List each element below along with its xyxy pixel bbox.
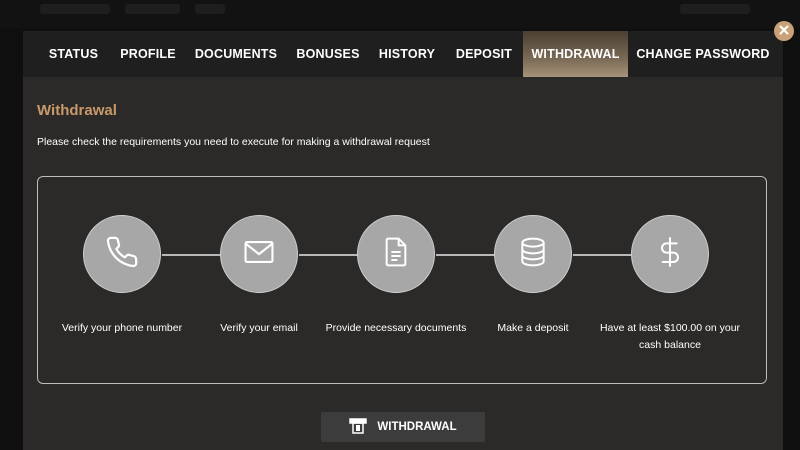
step-connector xyxy=(436,254,495,256)
withdrawal-button-label: WITHDRAWAL xyxy=(377,421,457,433)
tab-documents[interactable]: DOCUMENTS xyxy=(187,31,285,77)
close-icon xyxy=(779,22,789,40)
atm-icon xyxy=(349,417,368,437)
step-label-email: Verify your email xyxy=(220,322,298,334)
step-balance xyxy=(631,215,709,293)
section-title: Withdrawal xyxy=(37,102,117,119)
phone-icon xyxy=(105,235,139,274)
tab-history[interactable]: HISTORY xyxy=(370,31,444,77)
withdrawal-button[interactable]: WITHDRAWAL xyxy=(321,412,485,442)
step-label-balance: Have at least $100.00 on your cash balan… xyxy=(599,322,741,351)
account-modal: STATUS PROFILE DOCUMENTS BONUSES HISTORY… xyxy=(23,31,783,450)
tab-bar: STATUS PROFILE DOCUMENTS BONUSES HISTORY… xyxy=(23,31,783,77)
requirements-panel: Verify your phone number Verify your ema… xyxy=(37,176,767,384)
step-email xyxy=(220,215,298,293)
mail-icon xyxy=(242,235,276,274)
tab-change-password[interactable]: CHANGE PASSWORD xyxy=(633,31,773,77)
tab-profile[interactable]: PROFILE xyxy=(112,31,184,77)
background-page xyxy=(0,0,800,28)
step-label-deposit: Make a deposit xyxy=(497,322,569,334)
close-button[interactable] xyxy=(774,21,794,41)
tab-withdrawal[interactable]: WITHDRAWAL xyxy=(523,31,628,77)
step-connector xyxy=(162,254,221,256)
step-deposit xyxy=(494,215,572,293)
section-description: Please check the requirements you need t… xyxy=(37,136,430,148)
step-documents xyxy=(357,215,435,293)
step-label-documents: Provide necessary documents xyxy=(325,322,467,334)
database-icon xyxy=(517,236,549,273)
dollar-icon xyxy=(654,235,686,274)
document-icon xyxy=(380,236,412,273)
tab-bonuses[interactable]: BONUSES xyxy=(289,31,367,77)
tab-status[interactable]: STATUS xyxy=(37,31,110,77)
step-connector xyxy=(299,254,358,256)
step-label-phone: Verify your phone number xyxy=(61,322,183,334)
tab-deposit[interactable]: DEPOSIT xyxy=(448,31,520,77)
step-connector xyxy=(573,254,632,256)
step-phone xyxy=(83,215,161,293)
